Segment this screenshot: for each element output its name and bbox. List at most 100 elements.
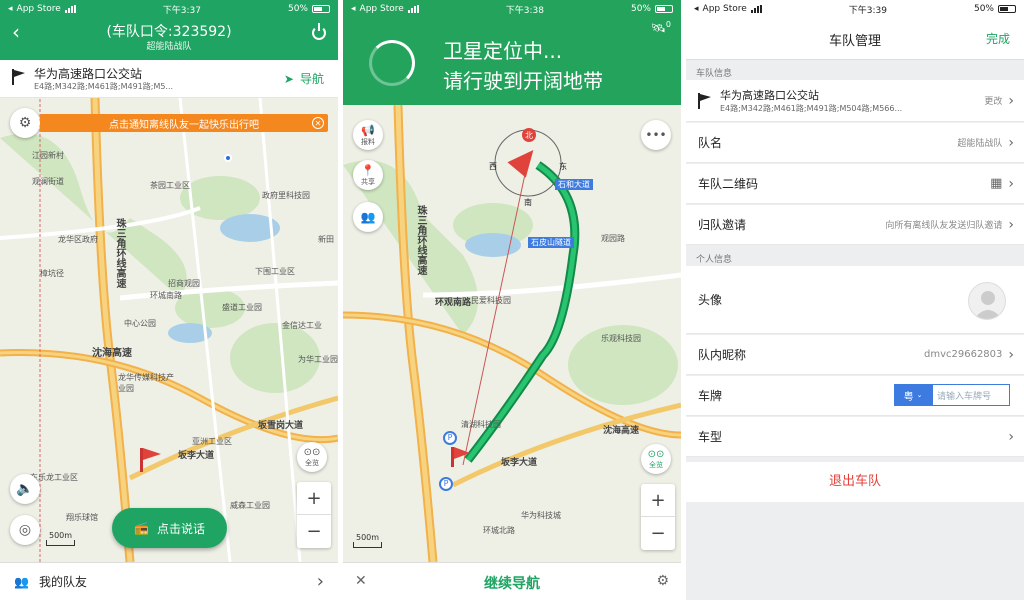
- status-bar: ◂ App Store 下午3:37 50%: [0, 0, 338, 18]
- fullview-icon: ⊙⊙: [647, 448, 665, 460]
- road-label: 坂李大道: [501, 458, 538, 468]
- road-label: 沈海高速: [603, 426, 640, 436]
- chevron-down-icon: ⌄: [916, 391, 923, 399]
- people-icon: 👥: [360, 210, 376, 224]
- station-name: 华为高速路口公交站: [720, 89, 819, 102]
- fullview-button[interactable]: ⊙⊙ 全览: [297, 442, 327, 472]
- road-label: 沈海高速: [92, 348, 132, 359]
- map-view[interactable]: 民爱科技园 乐观科技园 清湖科技园 华为科技城 观园路 珠三角环线高速 环观南路…: [343, 105, 681, 562]
- parking-icon: P: [439, 477, 453, 491]
- status-time: 下午3:37: [162, 5, 201, 16]
- gps-locating-screen: 民爱科技园 乐观科技园 清湖科技园 华为科技城 观园路 珠三角环线高速 环观南路…: [343, 0, 681, 600]
- close-icon[interactable]: ✕: [312, 117, 324, 129]
- compass-west: 西: [489, 162, 497, 171]
- speaker-icon: 🔈: [16, 481, 34, 497]
- gear-icon[interactable]: ⚙: [656, 573, 669, 589]
- zoom-in-button[interactable]: +: [641, 484, 675, 517]
- map-label: 清湖科技园: [461, 420, 501, 429]
- share-button[interactable]: 📍 共享: [353, 160, 383, 190]
- notify-banner[interactable]: 点击通知离线队友一起快乐出行吧 ✕: [40, 114, 328, 132]
- map-label: 华为科技城: [521, 511, 561, 520]
- map-label: 樟坑径: [40, 269, 64, 278]
- map-label: 招商观园: [168, 279, 200, 288]
- talk-button[interactable]: 📻 点击说话: [112, 508, 227, 548]
- battery-icon: [312, 5, 330, 13]
- status-bar: ◂ App Store 下午3:38 50%: [343, 0, 681, 18]
- destination-name: 华为高速路口公交站: [34, 67, 143, 81]
- volume-button[interactable]: 🔈: [10, 474, 40, 504]
- avatar[interactable]: [968, 282, 1006, 320]
- road-label: 环观南路: [435, 298, 472, 308]
- exit-team-button[interactable]: 退出车队: [686, 462, 1024, 502]
- rejoin-invite-value: 向所有离线队友发送归队邀请: [885, 221, 1003, 231]
- navigate-button[interactable]: ➤ 导航: [284, 70, 324, 87]
- zoom-out-button[interactable]: −: [641, 517, 675, 550]
- map-view[interactable]: 江园新村 观澜街道 茶园工业区 龙华区政府 招商观园 樟坑径 环城南路 中心公园…: [0, 98, 338, 562]
- chevron-right-icon: ›: [1008, 216, 1014, 233]
- gear-icon: ⚙: [18, 115, 32, 131]
- team-name-subtitle: 超能陆战队: [146, 42, 192, 52]
- map-label: 龙华区政府: [58, 235, 98, 244]
- done-button[interactable]: 完成: [986, 30, 1010, 47]
- zoom-in-button[interactable]: +: [297, 482, 331, 515]
- parking-icon: P: [443, 431, 457, 445]
- navigate-arrow-icon: ➤: [283, 71, 294, 86]
- road-tag: 石和大道: [555, 179, 593, 190]
- map-label: 茶园工业区: [150, 181, 190, 190]
- zoom-control: + −: [641, 484, 675, 550]
- more-button[interactable]: •••: [641, 120, 671, 150]
- team-name-value: 超能陆战队: [957, 139, 1003, 149]
- chevron-right-icon: ›: [1008, 428, 1014, 445]
- destination-routes: E4路;M342路;M461路;M491路;M5...: [34, 82, 174, 91]
- gps-hint-text: 请行驶到开阔地带: [443, 69, 603, 93]
- fullview-button[interactable]: ⊙⊙ 全览: [641, 444, 671, 474]
- map-scale: 500m: [353, 534, 383, 548]
- rejoin-invite-row[interactable]: 归队邀请 向所有离线队友发送归队邀请 ›: [686, 205, 1024, 245]
- walkie-talkie-icon: 📻: [134, 521, 149, 535]
- loading-spinner-icon: [369, 40, 415, 86]
- status-carrier: App Store: [359, 4, 404, 14]
- my-location-dot: [224, 154, 232, 162]
- nickname-row[interactable]: 队内昵称 dmvc29662803 ›: [686, 335, 1024, 375]
- map-label: 中心公园: [124, 319, 156, 328]
- destination-bar[interactable]: 华为高速路口公交站 E4路;M342路;M461路;M491路;M5... ➤ 导…: [0, 60, 338, 98]
- power-icon[interactable]: [312, 23, 326, 40]
- team-name-row[interactable]: 队名 超能陆战队 ›: [686, 123, 1024, 163]
- settings-gear-button[interactable]: ⚙: [10, 108, 40, 138]
- car-type-row[interactable]: 车型 ›: [686, 417, 1024, 457]
- plate-number-input[interactable]: 请输入车牌号: [932, 384, 1010, 406]
- road-label: 珠三角环线高速: [415, 205, 426, 275]
- map-label: 观园路: [601, 234, 625, 243]
- section-header: 个人信息: [696, 255, 733, 265]
- map-label: 江园新村: [32, 151, 64, 160]
- map-label: 为华工业园: [298, 355, 338, 364]
- satellite-icon: 🛰0: [650, 20, 671, 35]
- team-map-screen: 江园新村 观澜街道 茶园工业区 龙华区政府 招商观园 樟坑径 环城南路 中心公园…: [0, 0, 338, 600]
- chevron-right-icon: ›: [1008, 346, 1014, 363]
- flag-icon: [12, 69, 25, 85]
- continue-navigation-button[interactable]: 继续导航: [343, 573, 681, 593]
- plate-province-select[interactable]: 粤 ⌄: [894, 384, 932, 406]
- chevron-right-icon: ›: [1008, 175, 1014, 192]
- zoom-out-button[interactable]: −: [297, 515, 331, 548]
- chevron-right-icon: ›: [1008, 134, 1014, 151]
- map-label: 翔乐球馆: [66, 513, 98, 522]
- road-tag: 石皮山隧道: [528, 237, 574, 248]
- team-button[interactable]: 👥: [353, 202, 383, 232]
- chevron-right-icon: ›: [1008, 92, 1014, 109]
- compass-north: 北: [522, 128, 536, 142]
- fullview-icon: ⊙⊙: [303, 446, 321, 458]
- station-row[interactable]: 华为高速路口公交站 E4路;M342路;M461路;M491路;M504路;M5…: [686, 80, 1024, 122]
- report-button[interactable]: 📢 报料: [353, 120, 383, 150]
- map-label: 龙华传媒科技产业园: [118, 373, 174, 393]
- change-link[interactable]: 更改: [984, 94, 1002, 107]
- map-label: 盛道工业园: [222, 303, 262, 312]
- status-battery: 50%: [630, 4, 651, 14]
- team-qrcode-row[interactable]: 车队二维码 ▦ ›: [686, 164, 1024, 204]
- section-header: 车队信息: [696, 69, 733, 79]
- my-teammates-bar[interactable]: 👥 我的队友 ›: [0, 562, 338, 600]
- nickname-value: dmvc29662803: [923, 349, 1003, 360]
- flag-icon: [698, 92, 711, 109]
- people-icon: 👥: [14, 574, 29, 589]
- locate-button[interactable]: ◎: [10, 515, 40, 545]
